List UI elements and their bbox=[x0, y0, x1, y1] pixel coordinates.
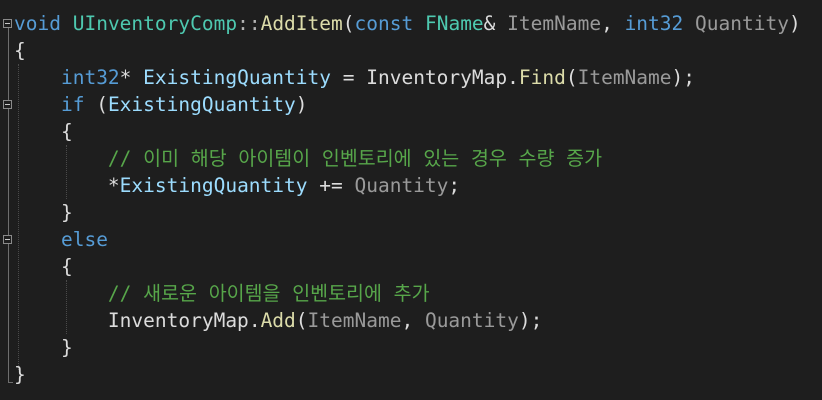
code-token: ); bbox=[671, 66, 695, 89]
code-token: { bbox=[60, 255, 73, 278]
fold-gutter bbox=[0, 0, 14, 400]
code-token: else bbox=[60, 228, 108, 251]
code-token: :: bbox=[237, 12, 261, 35]
code-line[interactable]: { bbox=[14, 37, 26, 64]
code-token: ); bbox=[518, 309, 543, 332]
code-token: . bbox=[248, 309, 261, 332]
code-token: ItemName bbox=[307, 309, 402, 332]
code-line[interactable]: { bbox=[14, 118, 73, 145]
code-editor[interactable]: void UInventoryComp::AddItem(const FName… bbox=[0, 0, 822, 400]
code-token: ItemName bbox=[507, 12, 602, 35]
code-token: void bbox=[14, 12, 61, 35]
code-token: ItemName bbox=[577, 66, 672, 89]
code-token: Quantity bbox=[354, 174, 449, 197]
code-token: , bbox=[601, 12, 625, 35]
code-token: , bbox=[401, 309, 425, 332]
code-line[interactable]: { bbox=[14, 253, 73, 280]
code-token: ; bbox=[448, 174, 461, 197]
code-token: Add bbox=[260, 309, 296, 332]
code-line[interactable]: if (ExistingQuantity) bbox=[14, 91, 308, 118]
code-token: InventoryMap bbox=[366, 66, 508, 89]
code-token: = bbox=[331, 66, 367, 89]
fold-guide-line bbox=[8, 24, 9, 382]
fold-collapse-icon[interactable] bbox=[3, 19, 12, 28]
fold-end-marker bbox=[8, 382, 13, 383]
code-token: if bbox=[60, 93, 85, 116]
code-token: FName bbox=[424, 12, 484, 35]
code-token: int32 bbox=[624, 12, 684, 35]
code-line[interactable]: } bbox=[14, 199, 73, 226]
code-token: } bbox=[14, 363, 26, 386]
code-line[interactable]: void UInventoryComp::AddItem(const FName… bbox=[14, 10, 801, 37]
code-token: { bbox=[14, 39, 26, 62]
code-line[interactable]: } bbox=[14, 361, 26, 388]
code-token: ) bbox=[788, 12, 801, 35]
code-token: += bbox=[307, 174, 355, 197]
code-token: const bbox=[354, 12, 414, 35]
code-token: ExistingQuantity bbox=[107, 93, 296, 116]
code-token: ( bbox=[565, 66, 578, 89]
code-line[interactable]: int32* ExistingQuantity = InventoryMap.F… bbox=[14, 64, 695, 91]
code-line[interactable]: // 이미 해당 아이템이 인벤토리에 있는 경우 수량 증가 bbox=[14, 145, 602, 172]
code-token: // 이미 해당 아이템이 인벤토리에 있는 경우 수량 증가 bbox=[107, 147, 603, 170]
code-line[interactable]: *ExistingQuantity += Quantity; bbox=[14, 172, 460, 199]
code-token: Quantity bbox=[695, 12, 789, 35]
code-token: } bbox=[60, 201, 73, 224]
code-token: int32 bbox=[60, 66, 120, 89]
code-token: // 새로운 아이템을 인벤토리에 추가 bbox=[107, 282, 430, 305]
code-token: ( bbox=[84, 93, 108, 116]
code-token: { bbox=[60, 120, 73, 143]
fold-collapse-icon[interactable] bbox=[3, 100, 12, 109]
code-line[interactable]: // 새로운 아이템을 인벤토리에 추가 bbox=[14, 280, 430, 307]
code-token: ExistingQuantity bbox=[143, 66, 331, 89]
code-token: & bbox=[483, 12, 508, 35]
code-token: InventoryMap bbox=[107, 309, 249, 332]
code-token: . bbox=[507, 66, 519, 89]
fold-collapse-icon[interactable] bbox=[3, 235, 12, 244]
code-token: ) bbox=[295, 93, 308, 116]
code-line[interactable]: else bbox=[14, 226, 108, 253]
code-token: Find bbox=[518, 66, 566, 89]
code-token: * bbox=[107, 174, 120, 197]
code-token: ExistingQuantity bbox=[119, 174, 308, 197]
code-token: Quantity bbox=[424, 309, 519, 332]
code-token: ( bbox=[342, 12, 355, 35]
code-token: * bbox=[119, 66, 144, 89]
code-line[interactable]: InventoryMap.Add(ItemName, Quantity); bbox=[14, 307, 542, 334]
code-token: UInventoryComp bbox=[72, 12, 238, 35]
code-token: ( bbox=[295, 309, 308, 332]
code-line[interactable]: } bbox=[14, 334, 73, 361]
code-token: AddItem bbox=[260, 12, 343, 35]
code-token: } bbox=[60, 336, 73, 359]
